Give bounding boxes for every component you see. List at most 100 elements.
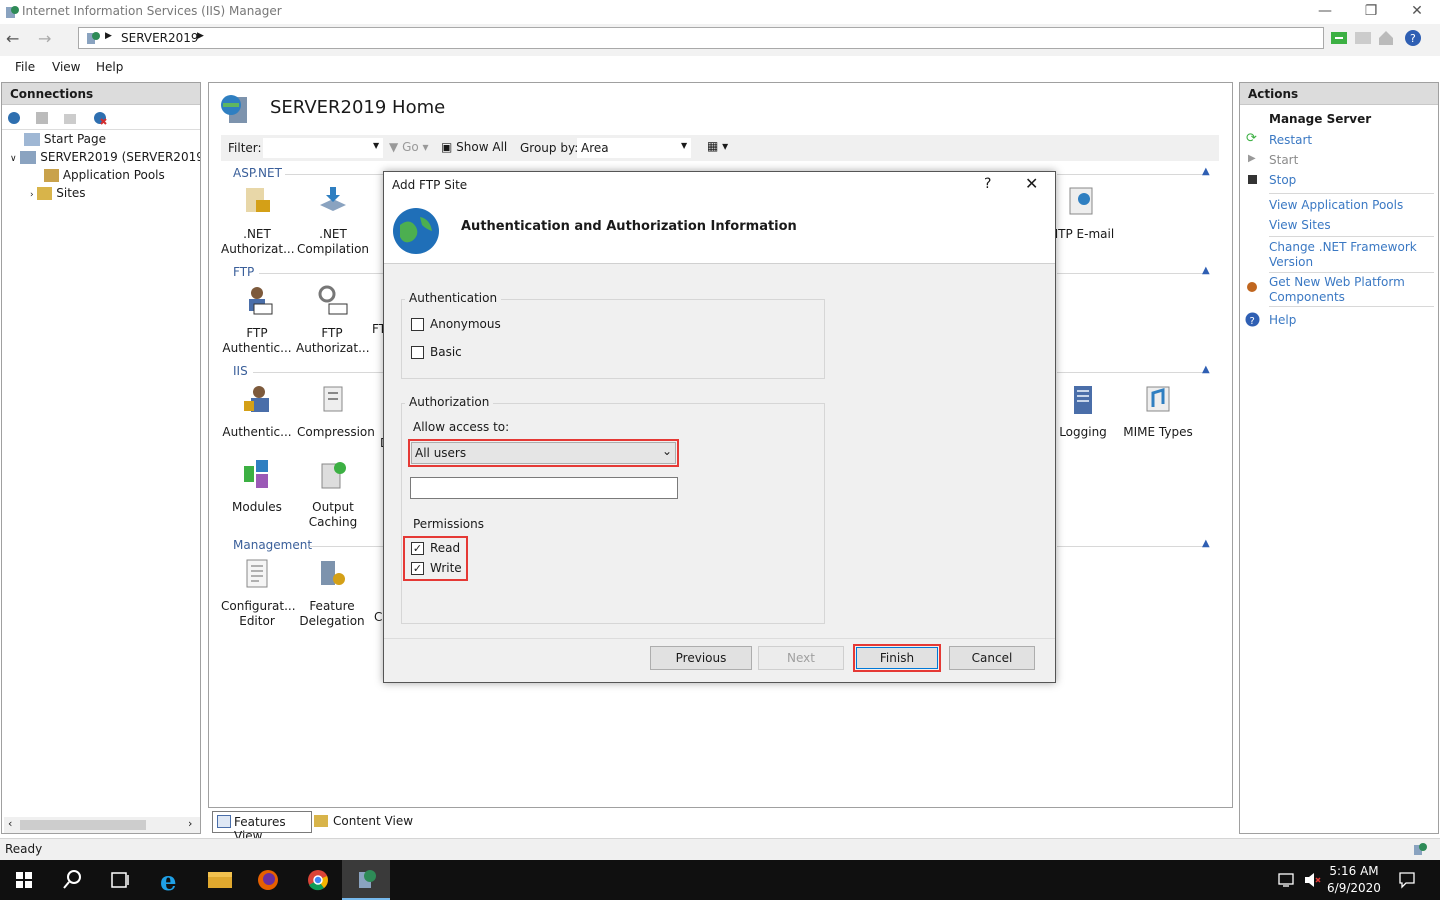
dialog-help-button[interactable]: ?: [984, 176, 991, 192]
scroll-left-icon[interactable]: ‹: [8, 817, 12, 830]
select-chevron-down-icon[interactable]: ⌄: [662, 444, 672, 458]
next-button[interactable]: Next: [758, 646, 844, 670]
actions-divider: [1269, 306, 1434, 307]
internet-explorer-icon[interactable]: e: [148, 860, 196, 900]
connect-icon[interactable]: [6, 110, 22, 126]
menu-file[interactable]: File: [15, 60, 35, 74]
actions-header: Actions: [1240, 83, 1438, 105]
collapse-group-icon[interactable]: ▲: [1202, 364, 1210, 375]
expand-chevron-icon[interactable]: ∨: [10, 154, 17, 164]
dialog-close-button[interactable]: ✕: [1025, 174, 1038, 193]
feature-authentication[interactable]: Authentic...: [221, 383, 293, 440]
volume-muted-icon[interactable]: [1303, 872, 1321, 888]
horizontal-scrollbar[interactable]: ‹ ›: [4, 817, 200, 833]
up-icon[interactable]: [62, 110, 78, 126]
search-icon[interactable]: [48, 860, 96, 900]
group-by-select[interactable]: Area ▼: [577, 138, 691, 158]
action-view-application-pools[interactable]: View Application Pools: [1269, 198, 1403, 212]
read-checkbox[interactable]: ✓ Read: [411, 541, 463, 557]
filter-dropdown-icon[interactable]: ▼: [373, 141, 379, 150]
finish-button[interactable]: Finish: [856, 647, 938, 669]
chrome-icon[interactable]: [294, 860, 342, 900]
action-help[interactable]: Help: [1269, 313, 1296, 327]
users-text-input[interactable]: [410, 477, 678, 499]
feature-ftp-authentication[interactable]: FTP Authentic...: [221, 284, 293, 356]
anonymous-checkbox-box[interactable]: [411, 318, 424, 331]
feature-modules[interactable]: Modules: [221, 458, 293, 515]
web-platform-icon: [1247, 282, 1257, 292]
iis-manager-taskbar-button[interactable]: [342, 860, 390, 900]
write-checkbox[interactable]: ✓ Write: [411, 561, 463, 577]
forward-arrow-icon[interactable]: →: [38, 29, 51, 48]
scroll-right-icon[interactable]: ›: [188, 817, 192, 830]
refresh-icon[interactable]: [1330, 29, 1348, 47]
group-divider: [253, 372, 385, 373]
action-start[interactable]: Start: [1269, 153, 1298, 167]
firefox-icon[interactable]: [244, 860, 292, 900]
notifications-icon[interactable]: [1398, 871, 1416, 889]
anonymous-checkbox[interactable]: Anonymous: [411, 317, 531, 333]
app-pools-icon: [44, 169, 59, 182]
action-view-sites[interactable]: View Sites: [1269, 218, 1331, 232]
back-arrow-icon[interactable]: ←: [6, 29, 19, 48]
clock[interactable]: 5:16 AM 6/9/2020: [1326, 863, 1382, 897]
tab-content-view[interactable]: Content View: [314, 811, 424, 833]
cancel-button[interactable]: Cancel: [949, 646, 1035, 670]
action-get-new-web-platform[interactable]: Get New Web Platform Components: [1269, 275, 1405, 305]
go-button[interactable]: ▼ Go ▾: [389, 140, 429, 154]
action-stop[interactable]: Stop: [1269, 173, 1296, 187]
feature-net-authorization[interactable]: .NET Authorizat...: [221, 185, 295, 257]
action-change-net-framework[interactable]: Change .NET Framework Version: [1269, 240, 1417, 270]
file-explorer-icon[interactable]: [196, 860, 244, 900]
tree-application-pools[interactable]: Application Pools: [44, 168, 165, 182]
show-all-button[interactable]: ▣ Show All: [441, 140, 507, 154]
home-icon[interactable]: [1377, 29, 1395, 47]
feature-delegation[interactable]: Feature Delegation: [296, 557, 368, 629]
basic-checkbox-box[interactable]: [411, 346, 424, 359]
save-icon[interactable]: [34, 110, 50, 126]
windows-start-icon[interactable]: [0, 860, 48, 900]
status-text: Ready: [5, 842, 43, 856]
network-tray-icon[interactable]: [1278, 872, 1296, 888]
restore-button[interactable]: ❐: [1348, 0, 1394, 24]
stop-icon[interactable]: [1354, 29, 1372, 47]
view-mode-icon[interactable]: ▦ ▾: [707, 139, 728, 153]
collapse-group-icon[interactable]: ▲: [1202, 166, 1210, 177]
address-path[interactable]: ▶ SERVER2019 ▶: [78, 27, 1324, 49]
network-status-icon: [1414, 843, 1427, 855]
task-view-icon[interactable]: [96, 860, 144, 900]
tree-sites[interactable]: › Sites: [30, 186, 86, 200]
minimize-button[interactable]: —: [1302, 0, 1348, 24]
breadcrumb-server[interactable]: SERVER2019: [121, 31, 199, 45]
tree-start-page[interactable]: Start Page: [24, 132, 106, 146]
write-checkbox-box[interactable]: ✓: [411, 562, 424, 575]
scrollbar-thumb[interactable]: [20, 820, 146, 830]
compression-icon: [323, 386, 343, 412]
feature-ftp-authorization[interactable]: FTP Authorizat...: [296, 284, 370, 356]
basic-checkbox[interactable]: Basic: [411, 345, 531, 361]
menu-view[interactable]: View: [52, 60, 80, 74]
help-icon[interactable]: ?: [1404, 29, 1422, 47]
feature-logging[interactable]: Logging: [1047, 383, 1119, 440]
menu-help[interactable]: Help: [96, 60, 123, 74]
collapse-group-icon[interactable]: ▲: [1202, 265, 1210, 276]
disconnect-icon[interactable]: [92, 110, 108, 126]
collapse-group-icon[interactable]: ▲: [1202, 538, 1210, 549]
group-by-dropdown-icon[interactable]: ▼: [681, 141, 687, 150]
filter-input[interactable]: ▼: [263, 138, 383, 158]
feature-configuration-editor[interactable]: Configurat... Editor: [221, 557, 296, 629]
feature-net-compilation[interactable]: .NET Compilation: [297, 185, 369, 257]
allow-access-select[interactable]: All users ⌄: [411, 442, 676, 464]
feature-output-caching[interactable]: Output Caching: [297, 458, 369, 530]
tree-server-node[interactable]: ∨ SERVER2019 (SERVER2019\Adi: [10, 150, 200, 164]
read-checkbox-box[interactable]: ✓: [411, 542, 424, 555]
action-restart[interactable]: Restart: [1269, 133, 1312, 147]
tab-features-view[interactable]: Features View: [212, 811, 312, 843]
feature-compression[interactable]: Compression: [297, 383, 375, 440]
close-window-button[interactable]: ✕: [1394, 0, 1440, 24]
breadcrumb-arrow-icon[interactable]: ▶: [197, 31, 204, 41]
svg-text:?: ?: [1250, 316, 1255, 327]
collapse-chevron-icon[interactable]: ›: [30, 190, 34, 200]
feature-mime-types[interactable]: MIME Types: [1122, 383, 1194, 440]
previous-button[interactable]: Previous: [650, 646, 752, 670]
